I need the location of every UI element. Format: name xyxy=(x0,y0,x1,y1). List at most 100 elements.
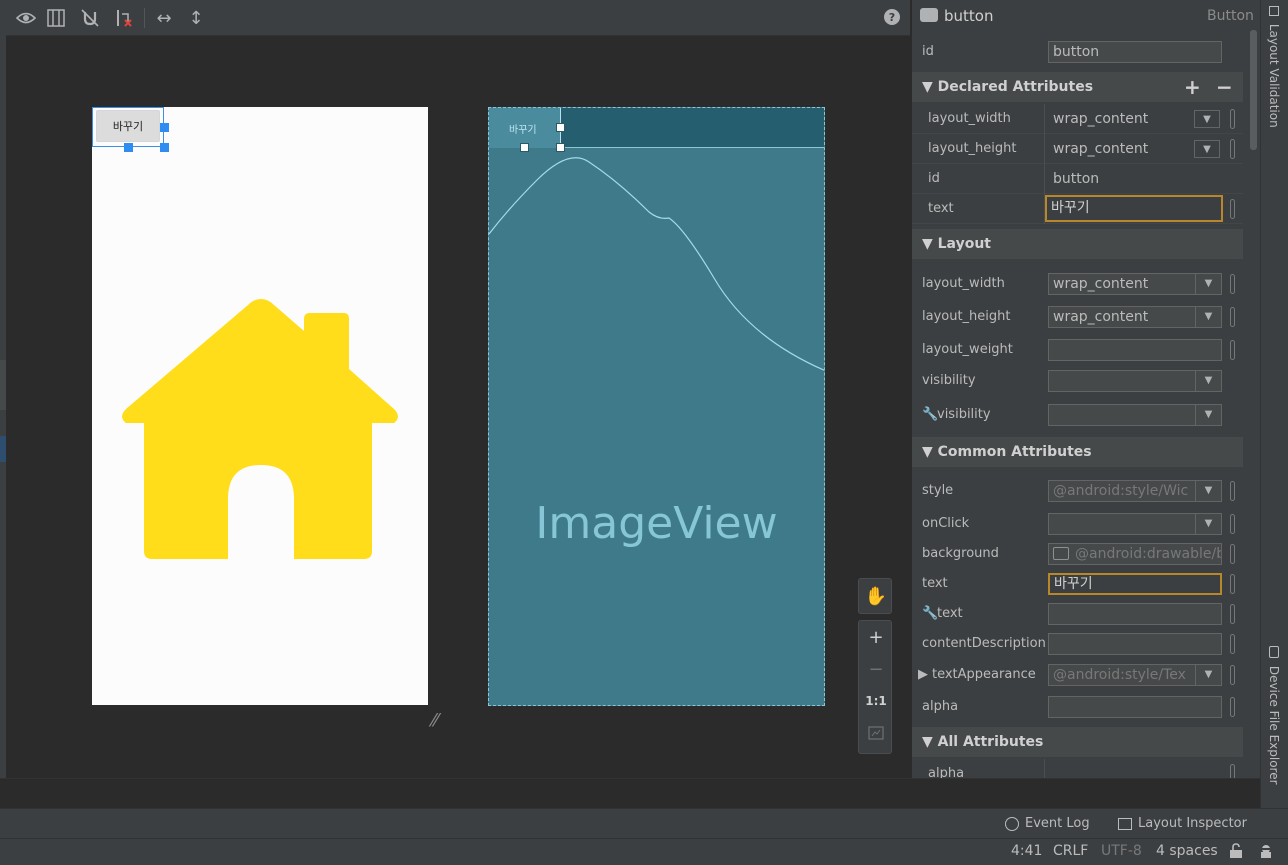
resource-picker[interactable] xyxy=(1230,307,1235,327)
resize-handle-corner[interactable] xyxy=(160,143,169,152)
common-title: Common Attributes xyxy=(937,444,1092,460)
id-field[interactable]: button xyxy=(1048,41,1222,63)
chevron-down-icon[interactable]: ▼ xyxy=(1195,481,1221,501)
pan-hand-icon[interactable]: ✋ xyxy=(859,579,893,613)
resource-picker[interactable] xyxy=(1230,604,1235,624)
section-common-attributes[interactable]: ▼ Common Attributes xyxy=(912,437,1243,467)
horizontal-arrows-icon[interactable]: ↔ xyxy=(152,6,176,30)
design-toolbar: ↔ ↕ ? xyxy=(6,0,910,36)
resource-picker[interactable] xyxy=(1230,340,1235,360)
inspector-hector-icon[interactable] xyxy=(1258,843,1274,863)
resource-picker[interactable] xyxy=(1230,665,1235,685)
resource-picker[interactable] xyxy=(1230,139,1235,159)
blueprint-screen[interactable]: 바꾸기 ImageView xyxy=(488,107,825,706)
resource-picker[interactable] xyxy=(1230,574,1235,594)
resource-picker[interactable] xyxy=(1230,514,1235,534)
line-separator[interactable]: CRLF xyxy=(1053,843,1088,859)
tools-visibility-row: 🔧 visibility ▼ xyxy=(912,400,1244,430)
chevron-down-icon[interactable]: ▼ xyxy=(1195,371,1221,391)
zoom-in-button[interactable]: + xyxy=(859,621,893,653)
resize-handle-bottom[interactable] xyxy=(124,143,133,152)
background-field[interactable]: @android:drawable/b xyxy=(1048,543,1222,565)
content-description-field[interactable] xyxy=(1048,633,1222,655)
tool-window-bar: Event Log Layout Inspector xyxy=(0,808,1288,838)
resource-picker[interactable] xyxy=(1230,764,1235,778)
event-log-tab[interactable]: Event Log xyxy=(1005,816,1090,831)
alpha-field[interactable] xyxy=(1048,696,1222,718)
device-resize-handle[interactable]: ⁄⁄ xyxy=(432,710,438,731)
bp-handle-bottom-left[interactable] xyxy=(520,143,529,152)
wrench-icon: 🔧 xyxy=(922,606,939,621)
design-device-screen[interactable]: 바꾸기 xyxy=(92,107,428,705)
bp-handle-right[interactable] xyxy=(556,123,565,132)
declared-value[interactable]: wrap_content xyxy=(1053,111,1148,127)
resource-picker[interactable] xyxy=(1230,544,1235,564)
add-attribute-button[interactable]: + xyxy=(1184,72,1201,102)
chevron-down-icon[interactable]: ▼ xyxy=(1194,110,1220,128)
button-widget-icon xyxy=(920,8,938,22)
help-icon[interactable]: ? xyxy=(884,9,900,25)
declared-row[interactable]: id button xyxy=(912,164,1243,194)
caret-position[interactable]: 4:41 xyxy=(1011,843,1042,859)
file-encoding[interactable]: UTF-8 xyxy=(1101,843,1142,859)
style-select[interactable]: @android:style/Wic ▼ xyxy=(1048,480,1222,502)
declared-row[interactable]: layout_height wrap_content ▼ xyxy=(912,134,1243,164)
visibility-select[interactable]: ▼ xyxy=(1048,370,1222,392)
tools-visibility-label: visibility xyxy=(937,407,991,422)
section-layout[interactable]: ▼ Layout xyxy=(912,229,1243,259)
eye-icon[interactable] xyxy=(14,6,38,30)
onclick-select[interactable]: ▼ xyxy=(1048,513,1222,535)
text-field[interactable]: 바꾸기 xyxy=(1048,573,1222,595)
zoom-panel: ✋ + − 1:1 xyxy=(858,578,892,754)
content-description-label: contentDescription xyxy=(922,636,1046,651)
phone-icon xyxy=(1269,646,1279,658)
zoom-actual-size-button[interactable]: 1:1 xyxy=(859,685,893,717)
layout-weight-field[interactable] xyxy=(1048,339,1222,361)
layout-width-row: layout_width wrap_content ▼ xyxy=(912,269,1244,299)
layout-validation-tab[interactable]: Layout Validation xyxy=(1267,6,1281,128)
magnet-off-icon[interactable] xyxy=(78,6,102,30)
chevron-down-icon[interactable]: ▼ xyxy=(1195,405,1221,425)
expand-arrow-icon[interactable]: ▶ xyxy=(918,667,928,682)
resource-picker[interactable] xyxy=(1230,634,1235,654)
text-appearance-row[interactable]: ▶ textAppearance @android:style/Tex ▼ xyxy=(912,660,1244,690)
bp-handle-corner[interactable] xyxy=(556,143,565,152)
chevron-down-icon[interactable]: ▼ xyxy=(1195,514,1221,534)
layout-height-select[interactable]: wrap_content ▼ xyxy=(1048,306,1222,328)
chevron-down-icon[interactable]: ▼ xyxy=(1195,274,1221,294)
tools-text-field[interactable] xyxy=(1048,603,1222,625)
section-all-attributes[interactable]: ▼ All Attributes xyxy=(912,727,1243,757)
resource-picker[interactable] xyxy=(1230,697,1235,717)
declared-value[interactable]: button xyxy=(1053,171,1099,187)
section-declared-attributes[interactable]: ▼ Declared Attributes + − xyxy=(912,72,1243,102)
blueprint-icon[interactable] xyxy=(44,6,68,30)
chevron-down-icon[interactable]: ▼ xyxy=(1195,665,1221,685)
tools-visibility-select[interactable]: ▼ xyxy=(1048,404,1222,426)
resource-picker[interactable] xyxy=(1230,274,1235,294)
layout-width-select[interactable]: wrap_content ▼ xyxy=(1048,273,1222,295)
device-file-explorer-tab[interactable]: Device File Explorer xyxy=(1267,646,1281,785)
declared-value[interactable]: wrap_content xyxy=(1053,141,1148,157)
indent-setting[interactable]: 4 spaces xyxy=(1156,843,1218,859)
declared-row[interactable]: text 바꾸기 xyxy=(912,194,1243,224)
attributes-scrollbar[interactable] xyxy=(1250,30,1257,150)
layout-inspector-tab[interactable]: Layout Inspector xyxy=(1118,816,1247,831)
lock-icon[interactable] xyxy=(1229,843,1243,863)
chevron-down-icon[interactable]: ▼ xyxy=(1195,307,1221,327)
zoom-to-fit-icon[interactable] xyxy=(859,717,893,749)
resource-picker[interactable] xyxy=(1230,109,1235,129)
zoom-out-button[interactable]: − xyxy=(859,653,893,685)
declared-row[interactable]: layout_width wrap_content ▼ xyxy=(912,104,1243,134)
design-change-button[interactable]: 바꾸기 xyxy=(96,110,160,142)
text-appearance-select[interactable]: @android:style/Tex ▼ xyxy=(1048,664,1222,686)
declared-text-field[interactable]: 바꾸기 xyxy=(1045,195,1223,222)
remove-attribute-button[interactable]: − xyxy=(1216,72,1233,102)
resize-handle-right[interactable] xyxy=(160,123,169,132)
resource-picker[interactable] xyxy=(1230,481,1235,501)
clear-constraints-icon[interactable] xyxy=(112,6,136,30)
editor-bottom-gap xyxy=(0,778,1260,808)
all-attributes-row[interactable]: alpha xyxy=(912,759,1243,778)
vertical-arrows-icon[interactable]: ↕ xyxy=(184,6,208,30)
resource-picker[interactable] xyxy=(1230,199,1235,219)
chevron-down-icon[interactable]: ▼ xyxy=(1194,140,1220,158)
